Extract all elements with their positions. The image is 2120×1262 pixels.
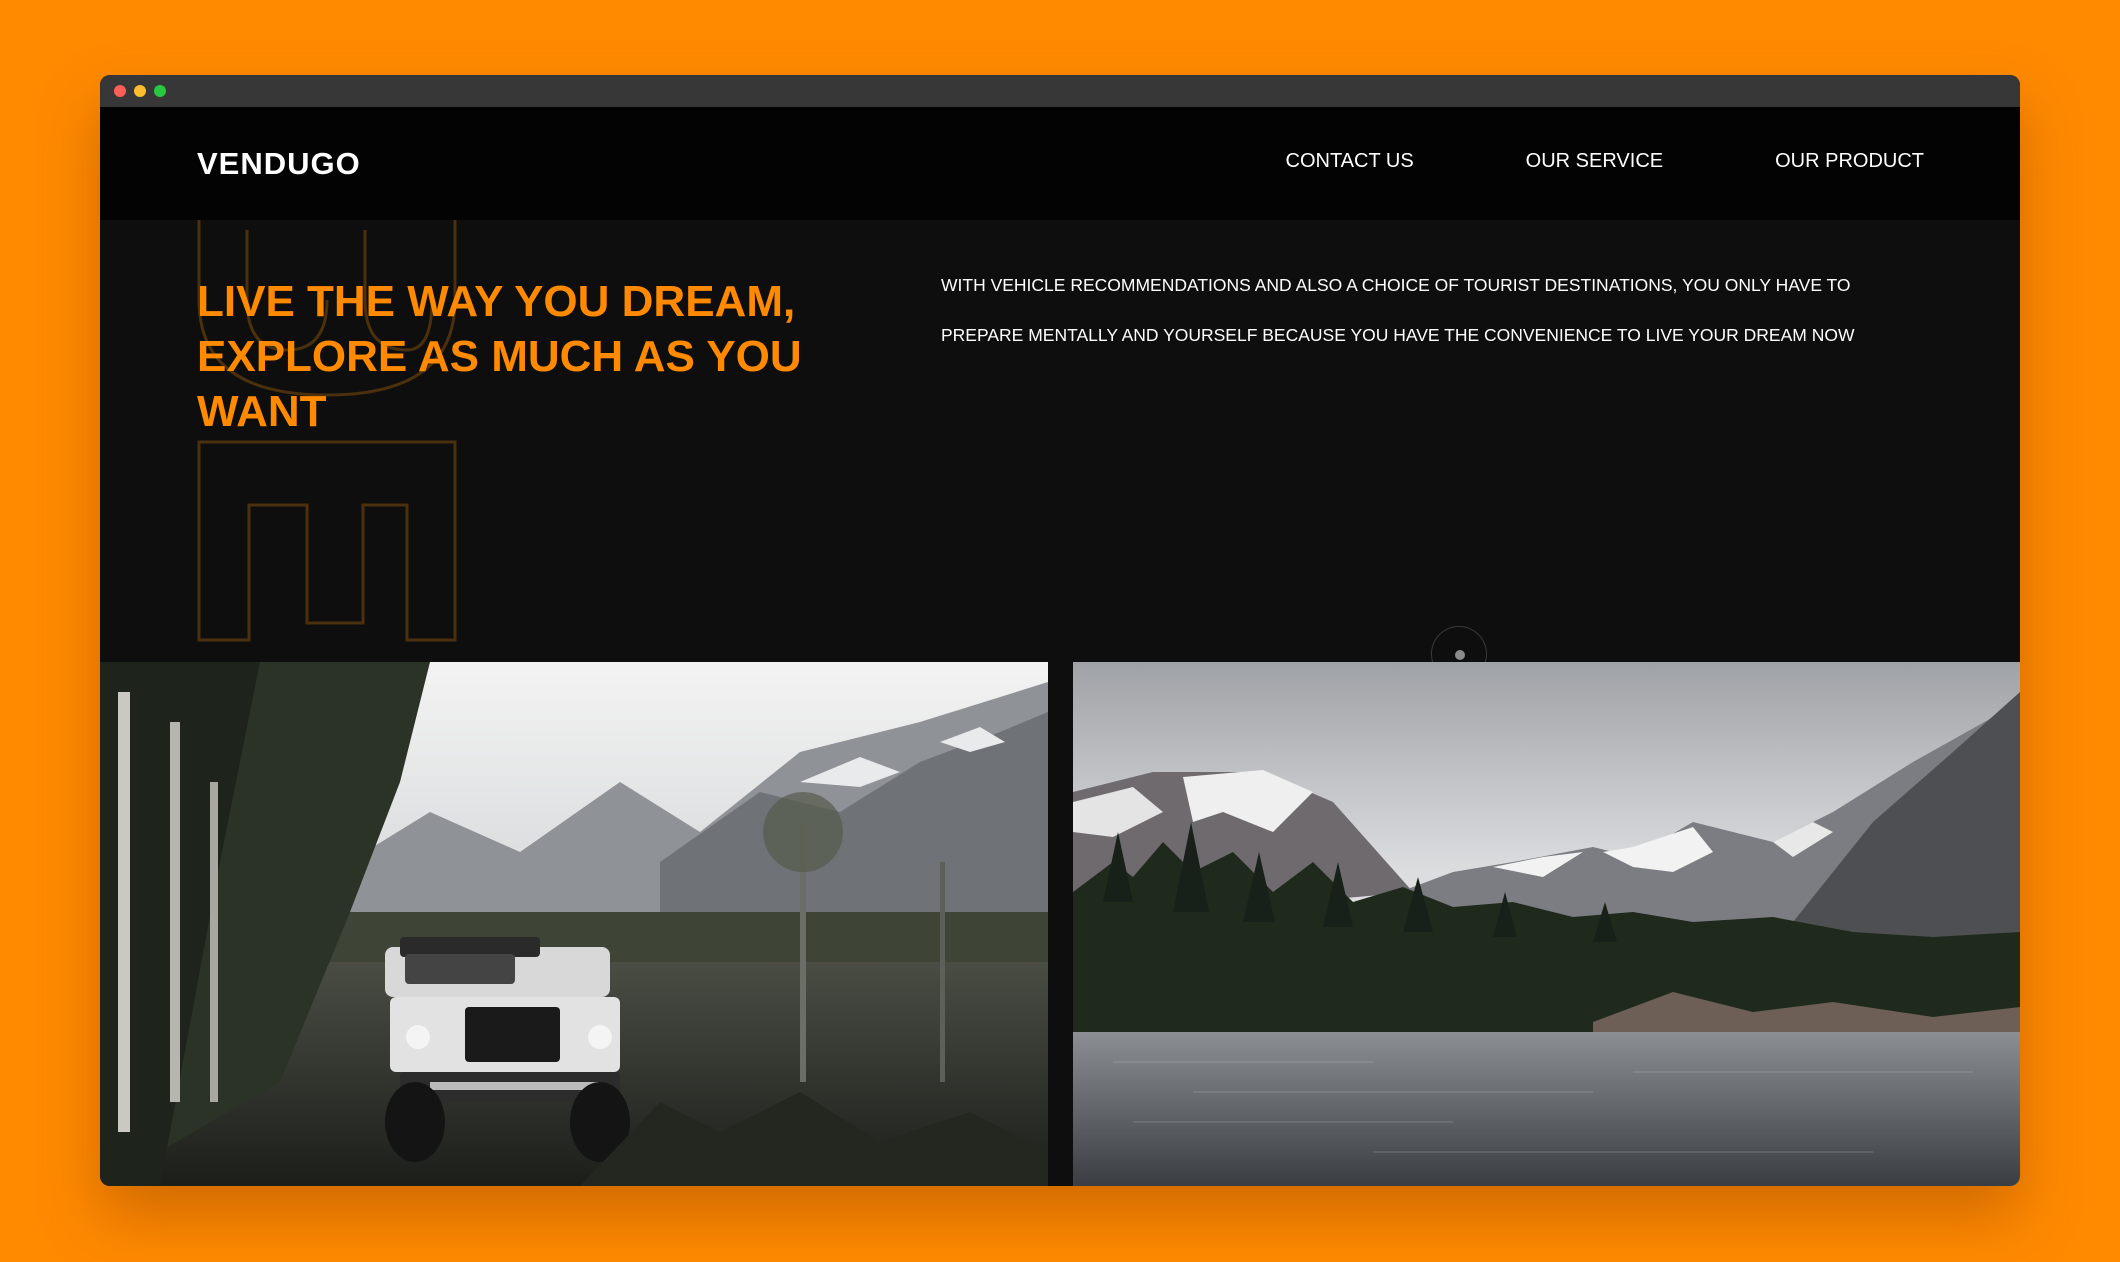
mountain-lake-photo: [1073, 662, 2020, 1186]
minimize-window-button[interactable]: [134, 85, 146, 97]
nav-link-our-service[interactable]: OUR SERVICE: [1526, 150, 1663, 173]
maximize-window-button[interactable]: [154, 85, 166, 97]
nav-link-our-product[interactable]: OUR PRODUCT: [1775, 150, 1924, 173]
browser-window: VENDUGO CONTACT US OUR SERVICE OUR PRODU…: [100, 75, 2020, 1186]
site-navbar: VENDUGO CONTACT US OUR SERVICE OUR PRODU…: [100, 107, 2020, 220]
hero-headline: LIVE THE WAY YOU DREAM, EXPLORE AS MUCH …: [197, 277, 802, 436]
nav-links: CONTACT US OUR SERVICE OUR PRODUCT: [1286, 150, 1925, 173]
truck-forest-photo: [100, 662, 1048, 1186]
hero-description: WITH VEHICLE RECOMMENDATIONS AND ALSO A …: [941, 275, 1855, 345]
hero-section: LIVE THE WAY YOU DREAM, EXPLORE AS MUCH …: [100, 220, 2020, 682]
window-titlebar: [100, 75, 2020, 107]
site-logo[interactable]: VENDUGO: [197, 146, 361, 182]
scroll-indicator-dot: [1455, 650, 1465, 660]
close-window-button[interactable]: [114, 85, 126, 97]
nav-link-contact-us[interactable]: CONTACT US: [1286, 150, 1414, 173]
